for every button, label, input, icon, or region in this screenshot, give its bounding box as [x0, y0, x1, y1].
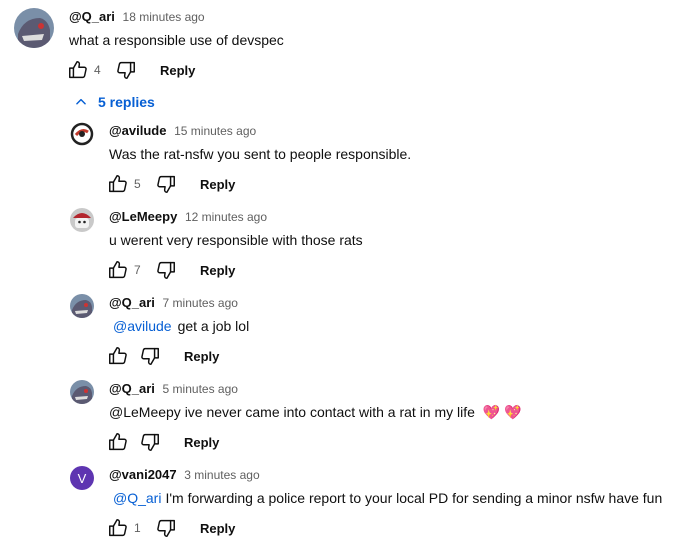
- thumbs-down-icon: [141, 347, 159, 365]
- author-name[interactable]: @Q_ari: [69, 9, 115, 24]
- like-button[interactable]: [66, 58, 90, 82]
- comment-meta: @vani2047 3 minutes ago: [109, 467, 260, 483]
- comment-actions: 4 Reply: [66, 58, 195, 82]
- avatar-letter: V: [77, 470, 87, 486]
- comment-actions: 5 Reply: [106, 172, 235, 196]
- mention-link[interactable]: @Q_ari: [113, 490, 161, 506]
- comment-meta: @Q_ari 7 minutes ago: [109, 295, 238, 311]
- comment-text: @Q_ari I'm forwarding a police report to …: [113, 489, 662, 507]
- dislike-button[interactable]: [154, 172, 178, 196]
- timestamp[interactable]: 18 minutes ago: [123, 10, 205, 24]
- thumbs-down-icon: [157, 261, 175, 279]
- dislike-button[interactable]: [114, 58, 138, 82]
- author-name[interactable]: @Q_ari: [109, 295, 155, 310]
- like-count: 5: [134, 177, 141, 191]
- author-name[interactable]: @Q_ari: [109, 381, 155, 396]
- thumbs-up-icon: [109, 175, 127, 193]
- chevron-up-icon: [76, 98, 86, 105]
- dislike-button[interactable]: [154, 258, 178, 282]
- comment-text-content: @LeMeepy ive never came into contact wit…: [109, 404, 475, 420]
- like-button[interactable]: [106, 430, 130, 454]
- comment-actions: 7 Reply: [106, 258, 235, 282]
- avatar[interactable]: [70, 380, 94, 404]
- comment-text: u werent very responsible with those rat…: [109, 231, 363, 249]
- comments-section: @Q_ari 18 minutes ago what a responsible…: [0, 0, 682, 554]
- replies-count: 5 replies: [98, 94, 155, 110]
- sparkling-heart-emoji: 💖 💖: [482, 404, 522, 420]
- comment-actions: Reply: [106, 344, 219, 368]
- comment-text: @avilude get a job lol: [113, 317, 249, 335]
- thumbs-up-icon: [109, 433, 127, 451]
- like-button[interactable]: [106, 258, 130, 282]
- timestamp[interactable]: 7 minutes ago: [163, 296, 238, 310]
- comment-text: what a responsible use of devspec: [69, 31, 284, 49]
- thumbs-down-icon: [157, 175, 175, 193]
- reply-button[interactable]: Reply: [200, 521, 235, 536]
- like-count: 1: [134, 521, 141, 535]
- comment-meta: @avilude 15 minutes ago: [109, 123, 256, 139]
- avatar[interactable]: [70, 122, 94, 146]
- thumbs-up-icon: [69, 61, 87, 79]
- thumbs-up-icon: [109, 519, 127, 537]
- like-count: 4: [94, 63, 101, 77]
- avatar[interactable]: [14, 8, 54, 48]
- comment-actions: 1 Reply: [106, 516, 235, 540]
- comment-meta: @Q_ari 18 minutes ago: [69, 9, 205, 25]
- mention-link[interactable]: @avilude: [113, 318, 172, 334]
- dislike-button[interactable]: [154, 516, 178, 540]
- timestamp[interactable]: 12 minutes ago: [185, 210, 267, 224]
- comment-text-content: what a responsible use of devspec: [69, 32, 284, 48]
- avatar[interactable]: [70, 294, 94, 318]
- reply-button[interactable]: Reply: [200, 263, 235, 278]
- thumbs-up-icon: [109, 261, 127, 279]
- replies-toggle-button[interactable]: 5 replies: [74, 94, 155, 110]
- comment-text-content: u werent very responsible with those rat…: [109, 232, 363, 248]
- timestamp[interactable]: 15 minutes ago: [174, 124, 256, 138]
- dislike-button[interactable]: [138, 430, 162, 454]
- dislike-button[interactable]: [138, 344, 162, 368]
- thumbs-down-icon: [157, 519, 175, 537]
- like-button[interactable]: [106, 344, 130, 368]
- comment-meta: @Q_ari 5 minutes ago: [109, 381, 238, 397]
- reply-button[interactable]: Reply: [160, 63, 195, 78]
- like-count: 7: [134, 263, 141, 277]
- timestamp[interactable]: 5 minutes ago: [163, 382, 238, 396]
- author-name[interactable]: @LeMeepy: [109, 209, 177, 224]
- avatar[interactable]: V: [70, 466, 94, 490]
- thumbs-down-icon: [141, 433, 159, 451]
- author-name[interactable]: @vani2047: [109, 467, 177, 482]
- thumbs-up-icon: [109, 347, 127, 365]
- comment-text: @LeMeepy ive never came into contact wit…: [109, 403, 522, 421]
- author-name[interactable]: @avilude: [109, 123, 166, 138]
- comment-text-content: Was the rat-nsfw you sent to people resp…: [109, 146, 412, 162]
- like-button[interactable]: [106, 172, 130, 196]
- like-button[interactable]: [106, 516, 130, 540]
- avatar[interactable]: [70, 208, 94, 232]
- timestamp[interactable]: 3 minutes ago: [184, 468, 259, 482]
- comment-text-content: get a job lol: [177, 318, 250, 334]
- thumbs-down-icon: [117, 61, 135, 79]
- comment-meta: @LeMeepy 12 minutes ago: [109, 209, 267, 225]
- reply-button[interactable]: Reply: [184, 349, 219, 364]
- comment-text-content: I'm forwarding a police report to your l…: [165, 490, 663, 506]
- reply-button[interactable]: Reply: [200, 177, 235, 192]
- reply-button[interactable]: Reply: [184, 435, 219, 450]
- comment-text: Was the rat-nsfw you sent to people resp…: [109, 145, 411, 163]
- comment-actions: Reply: [106, 430, 219, 454]
